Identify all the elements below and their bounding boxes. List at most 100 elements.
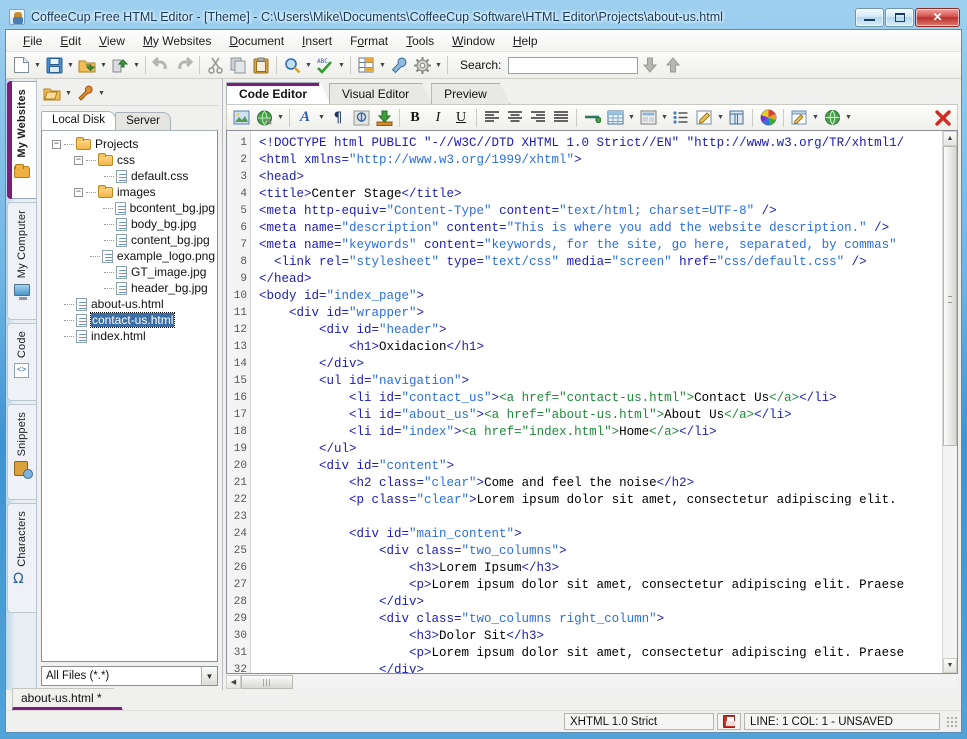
- edit-form-dropdown-icon[interactable]: ▼: [716, 107, 725, 129]
- align-left-icon[interactable]: [481, 107, 503, 129]
- open-folder-dropdown-icon[interactable]: ▼: [64, 83, 73, 105]
- scroll-track[interactable]: [943, 146, 957, 658]
- code-line[interactable]: <p class="clear">Lorem ipsum dolor sit a…: [259, 492, 942, 509]
- tree-item[interactable]: content_bg.jpg: [44, 232, 215, 248]
- frames-icon[interactable]: [726, 107, 748, 129]
- redo-icon[interactable]: [173, 54, 195, 76]
- menu-view[interactable]: View: [90, 31, 134, 51]
- code-line[interactable]: <!DOCTYPE html PUBLIC "-//W3C//DTD XHTML…: [259, 135, 942, 152]
- document-tab-about-us[interactable]: about-us.html *: [12, 688, 123, 710]
- code-line[interactable]: </head>: [259, 271, 942, 288]
- globe-preview-dropdown-icon[interactable]: ▼: [844, 107, 853, 129]
- layout-div-icon[interactable]: [637, 107, 659, 129]
- tab-preview[interactable]: Preview: [431, 83, 510, 104]
- align-justify-icon[interactable]: [550, 107, 572, 129]
- code-line[interactable]: <div id="wrapper">: [259, 305, 942, 322]
- sidebar-item-code[interactable]: Code <>: [7, 323, 36, 401]
- find-icon[interactable]: [281, 54, 303, 76]
- bullet-list-icon[interactable]: [670, 107, 692, 129]
- code-text[interactable]: <!DOCTYPE html PUBLIC "-//W3C//DTD XHTML…: [251, 131, 942, 673]
- font-dropdown-icon[interactable]: ▼: [317, 107, 326, 129]
- find-next-icon[interactable]: [639, 54, 661, 76]
- code-line[interactable]: <link rel="stylesheet" type="text/css" m…: [259, 254, 942, 271]
- spellcheck-dropdown-icon[interactable]: ▼: [337, 54, 346, 76]
- open-project-dropdown-icon[interactable]: ▼: [99, 54, 108, 76]
- code-line[interactable]: <title>Center Stage</title>: [259, 186, 942, 203]
- code-line[interactable]: </div>: [259, 356, 942, 373]
- settings-dropdown-icon[interactable]: ▼: [434, 54, 443, 76]
- save-icon[interactable]: [43, 54, 65, 76]
- tab-server[interactable]: Server: [115, 112, 171, 130]
- collapse-toggle-icon[interactable]: −: [74, 155, 83, 165]
- find-dropdown-icon[interactable]: ▼: [304, 54, 313, 76]
- tree-item[interactable]: − Projects: [44, 136, 215, 152]
- code-line[interactable]: <h3>Lorem Ipsum</h3>: [259, 560, 942, 577]
- upload-icon[interactable]: [109, 54, 131, 76]
- tree-item[interactable]: body_bg.jpg: [44, 216, 215, 232]
- close-document-icon[interactable]: [932, 107, 954, 129]
- unsaved-floppy-icon[interactable]: [717, 713, 741, 730]
- insert-image-icon[interactable]: [230, 107, 252, 129]
- insert-table-dropdown-icon[interactable]: ▼: [378, 54, 387, 76]
- code-line[interactable]: <meta name="description" content="This i…: [259, 220, 942, 237]
- code-line[interactable]: <div class="two_columns">: [259, 543, 942, 560]
- code-line[interactable]: <html xmlns="http://www.w3.org/1999/xhtm…: [259, 152, 942, 169]
- insert-table-dropdown-icon[interactable]: ▼: [627, 107, 636, 129]
- code-line[interactable]: <p>Lorem ipsum dolor sit amet, consectet…: [259, 577, 942, 594]
- menu-my-websites[interactable]: My Websites: [134, 31, 220, 51]
- code-line[interactable]: <li id="contact_us"><a href="contact-us.…: [259, 390, 942, 407]
- sidebar-item-snippets[interactable]: Snippets: [7, 404, 36, 500]
- open-project-icon[interactable]: [76, 54, 98, 76]
- code-editor-area[interactable]: 1 2 3 4 5 6 7 8 9 10 11 12 13 14 15 16 17 18 19 20 21 22 23 24 2…: [226, 130, 958, 674]
- code-line[interactable]: <div id="header">: [259, 322, 942, 339]
- code-line[interactable]: <li id="about_us"><a href="about-us.html…: [259, 407, 942, 424]
- tree-item[interactable]: header_bg.jpg: [44, 280, 215, 296]
- code-line[interactable]: <li id="index"><a href="index.html">Home…: [259, 424, 942, 441]
- code-line[interactable]: </ul>: [259, 441, 942, 458]
- code-line[interactable]: <ul id="navigation">: [259, 373, 942, 390]
- globe-preview-icon[interactable]: [821, 107, 843, 129]
- resize-grip[interactable]: [946, 715, 958, 728]
- tree-item[interactable]: − css: [44, 152, 215, 168]
- settings-gear-icon[interactable]: [411, 54, 433, 76]
- open-folder-icon[interactable]: [41, 83, 63, 105]
- font-icon[interactable]: A: [294, 107, 316, 129]
- tools-wrench-icon[interactable]: [388, 54, 410, 76]
- menu-window[interactable]: Window: [443, 31, 504, 51]
- code-line[interactable]: </div>: [259, 594, 942, 611]
- italic-icon[interactable]: I: [427, 107, 449, 129]
- save-dropdown-icon[interactable]: ▼: [66, 54, 75, 76]
- insert-media-dropdown-icon[interactable]: ▼: [276, 107, 285, 129]
- file-tree[interactable]: − Projects − css default.css − images bc…: [41, 130, 218, 662]
- search-input[interactable]: [508, 56, 639, 74]
- code-line[interactable]: <p>Lorem ipsum dolor sit amet, consectet…: [259, 645, 942, 662]
- code-line[interactable]: <body id="index_page">: [259, 288, 942, 305]
- collapse-toggle-icon[interactable]: −: [52, 139, 61, 149]
- menu-document[interactable]: Document: [220, 31, 293, 51]
- menu-tools[interactable]: Tools: [397, 31, 443, 51]
- menu-help[interactable]: Help: [504, 31, 547, 51]
- insert-anchor-icon[interactable]: [350, 107, 372, 129]
- menu-format[interactable]: Format: [341, 31, 397, 51]
- code-line[interactable]: <div id="content">: [259, 458, 942, 475]
- code-line[interactable]: <h1>Oxidacion</h1>: [259, 339, 942, 356]
- file-filter-dropdown[interactable]: All Files (*.*) ▼: [41, 666, 218, 686]
- code-line[interactable]: <div class="two_columns right_column">: [259, 611, 942, 628]
- new-document-dropdown-icon[interactable]: ▼: [33, 54, 42, 76]
- minimize-button[interactable]: [855, 7, 884, 27]
- scroll-thumb-horizontal[interactable]: |||: [241, 675, 293, 689]
- tree-item[interactable]: default.css: [44, 168, 215, 184]
- vertical-scrollbar[interactable]: ▲ ▼: [942, 131, 957, 673]
- code-line[interactable]: <h3>Dolor Sit</h3>: [259, 628, 942, 645]
- spellcheck-icon[interactable]: ABC: [314, 54, 336, 76]
- sidebar-item-my-computer[interactable]: My Computer: [7, 202, 36, 320]
- tree-item[interactable]: example_logo.png: [44, 248, 215, 264]
- find-previous-icon[interactable]: [662, 54, 684, 76]
- tab-visual-editor[interactable]: Visual Editor: [329, 83, 432, 104]
- scroll-up-icon[interactable]: ▲: [943, 131, 957, 146]
- scroll-thumb[interactable]: [943, 146, 957, 446]
- insert-table-icon[interactable]: [604, 107, 626, 129]
- tree-item[interactable]: index.html: [44, 328, 215, 344]
- paste-icon[interactable]: [250, 54, 272, 76]
- horizontal-scrollbar[interactable]: ◀ |||: [226, 674, 958, 690]
